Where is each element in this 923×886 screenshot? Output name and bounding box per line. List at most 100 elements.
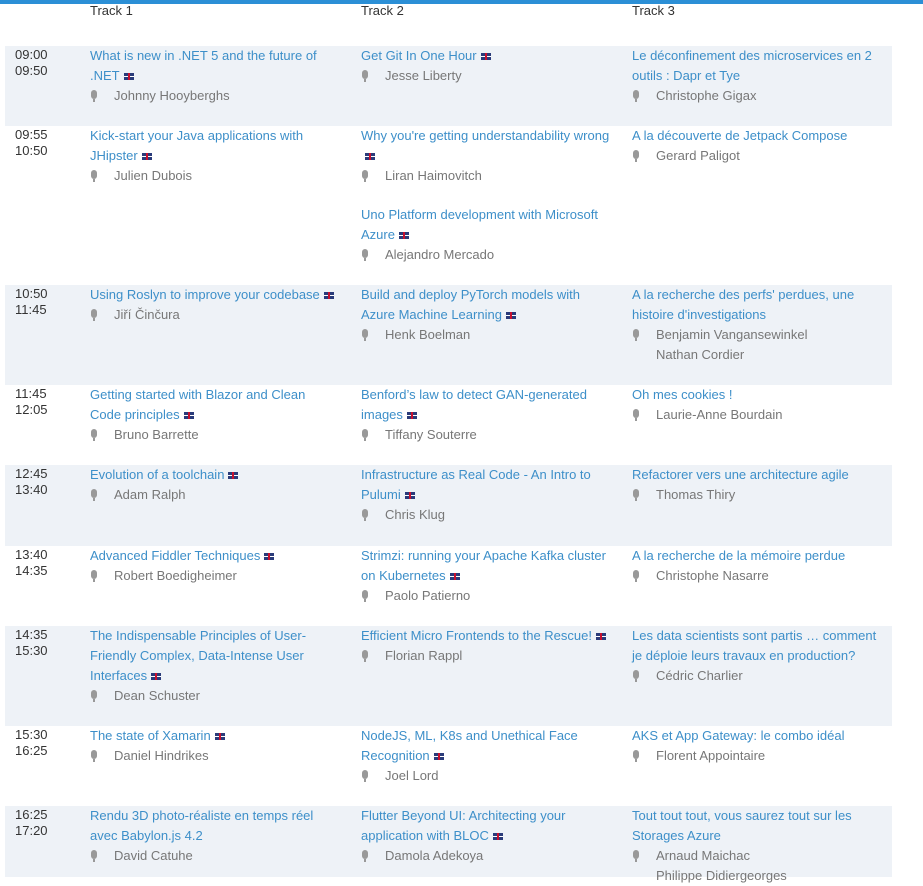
- session-title-link[interactable]: Oh mes cookies !: [632, 385, 887, 405]
- session-title-link[interactable]: Evolution of a toolchain: [90, 465, 340, 485]
- session-title-link[interactable]: Efficient Micro Frontends to the Rescue!: [361, 626, 611, 646]
- session-title-link[interactable]: Uno Platform development with Microsoft …: [361, 205, 611, 245]
- session-title-link[interactable]: Get Git In One Hour: [361, 46, 611, 66]
- speaker: Arnaud Maichac: [632, 846, 887, 866]
- session-title-text: A la recherche de la mémoire perdue: [632, 548, 846, 563]
- session: Getting started with Blazor and Clean Co…: [90, 385, 340, 445]
- time-range: 10:50 11:45: [15, 286, 48, 318]
- session: Le déconfinement des microservices en 2 …: [632, 46, 887, 106]
- speaker-name: Robert Boedigheimer: [114, 568, 237, 583]
- session-title-link[interactable]: What is new in .NET 5 and the future of …: [90, 46, 340, 86]
- speaker-name: Joel Lord: [385, 768, 439, 783]
- microphone-icon: [632, 669, 656, 683]
- speaker-name: Henk Boelman: [385, 327, 471, 342]
- speaker-name: Liran Haimovitch: [385, 168, 482, 183]
- session: Refactorer vers une architecture agile Th…: [632, 465, 887, 505]
- session-title-link[interactable]: Advanced Fiddler Techniques: [90, 546, 340, 566]
- microphone-icon: [632, 89, 656, 103]
- end-time: 14:35: [15, 563, 48, 578]
- session-title-link[interactable]: Kick-start your Java applications with J…: [90, 126, 340, 166]
- microphone-icon: [632, 488, 656, 502]
- track-2-header: Track 2: [361, 3, 404, 18]
- session-title-link[interactable]: Le déconfinement des microservices en 2 …: [632, 46, 887, 86]
- session-title-text: Benford’s law to detect GAN-generated im…: [361, 387, 587, 422]
- speaker: Daniel Hindrikes: [90, 746, 340, 766]
- speaker-name: Christophe Gigax: [656, 88, 757, 103]
- session-title-link[interactable]: A la recherche de la mémoire perdue: [632, 546, 887, 566]
- track-1-cell: Using Roslyn to improve your codebase Jiř…: [90, 285, 340, 325]
- session-title-link[interactable]: Strimzi: running your Apache Kafka clust…: [361, 546, 611, 586]
- session-title-link[interactable]: NodeJS, ML, K8s and Unethical Face Recog…: [361, 726, 611, 766]
- uk-flag-icon: [264, 553, 275, 560]
- session-title-text: AKS et App Gateway: le combo idéal: [632, 728, 845, 743]
- microphone-icon: [361, 428, 385, 442]
- session-title-link[interactable]: The Indispensable Principles of User-Fri…: [90, 626, 340, 686]
- speaker-name: Gerard Paligot: [656, 148, 740, 163]
- microphone-icon: [90, 569, 114, 583]
- start-time: 11:45: [15, 386, 47, 401]
- session: Flutter Beyond UI: Architecting your app…: [361, 806, 611, 866]
- uk-flag-icon: [406, 412, 417, 419]
- session-title-link[interactable]: Using Roslyn to improve your codebase: [90, 285, 340, 305]
- speaker-name: Tiffany Souterre: [385, 427, 477, 442]
- time-slot-row: 12:45 13:40 Evolution of a toolchain Adam R…: [5, 465, 892, 546]
- time-slot-row: 14:35 15:30 The Indispensable Principles o…: [5, 626, 892, 726]
- speaker: Robert Boedigheimer: [90, 566, 340, 586]
- track-2-cell: Build and deploy PyTorch models with Azu…: [361, 285, 611, 345]
- microphone-icon: [90, 749, 114, 763]
- microphone-icon: [90, 488, 114, 502]
- microphone-icon: [361, 328, 385, 342]
- speaker-name: Alejandro Mercado: [385, 247, 495, 262]
- microphone-icon: [361, 649, 385, 663]
- speaker-name: Laurie-Anne Bourdain: [656, 407, 783, 422]
- speaker-name: Benjamin Vangansewinkel: [656, 327, 808, 342]
- session-title-link[interactable]: A la découverte de Jetpack Compose: [632, 126, 887, 146]
- track-3-cell: Tout tout tout, vous saurez tout sur les…: [632, 806, 887, 886]
- session: Evolution of a toolchain Adam Ralph: [90, 465, 340, 505]
- microphone-icon: [90, 308, 114, 322]
- session-title-link[interactable]: Why you're getting understandability wro…: [361, 126, 611, 166]
- uk-flag-icon: [228, 472, 239, 479]
- uk-flag-icon: [151, 673, 162, 680]
- session: The Indispensable Principles of User-Fri…: [90, 626, 340, 706]
- speaker: David Catuhe: [90, 846, 340, 866]
- speaker-name: Adam Ralph: [114, 487, 186, 502]
- session-title-link[interactable]: Rendu 3D photo-réaliste en temps réel av…: [90, 806, 340, 846]
- end-time: 15:30: [15, 643, 48, 658]
- session-title-link[interactable]: A la recherche des perfs' perdues, une h…: [632, 285, 887, 325]
- speaker: Nathan Cordier: [632, 345, 887, 365]
- session-title-link[interactable]: Build and deploy PyTorch models with Azu…: [361, 285, 611, 325]
- speaker: Laurie-Anne Bourdain: [632, 405, 887, 425]
- session-title-link[interactable]: Flutter Beyond UI: Architecting your app…: [361, 806, 611, 846]
- session-title-link[interactable]: The state of Xamarin: [90, 726, 340, 746]
- track-2-cell: Strimzi: running your Apache Kafka clust…: [361, 546, 611, 606]
- time-slot-row: 10:50 11:45 Using Roslyn to improve your c…: [5, 285, 892, 385]
- uk-flag-icon: [404, 492, 415, 499]
- session-title-text: Why you're getting understandability wro…: [361, 128, 610, 143]
- speaker-name: Dean Schuster: [114, 688, 200, 703]
- microphone-icon: [361, 589, 385, 603]
- session-title-link[interactable]: Tout tout tout, vous saurez tout sur les…: [632, 806, 887, 846]
- time-slot-row: 11:45 12:05 Getting started with Blazor an…: [5, 385, 892, 465]
- session-title-link[interactable]: Infrastructure as Real Code - An Intro t…: [361, 465, 611, 505]
- session-title-link[interactable]: Getting started with Blazor and Clean Co…: [90, 385, 340, 425]
- track-2-cell: NodeJS, ML, K8s and Unethical Face Recog…: [361, 726, 611, 786]
- track-1-header: Track 1: [90, 3, 133, 18]
- session: Why you're getting understandability wro…: [361, 126, 611, 186]
- session: A la découverte de Jetpack Compose Gerard…: [632, 126, 887, 166]
- session-title-link[interactable]: Les data scientists sont partis … commen…: [632, 626, 887, 666]
- session-title-link[interactable]: Refactorer vers une architecture agile: [632, 465, 887, 485]
- uk-flag-icon: [183, 412, 194, 419]
- session: AKS et App Gateway: le combo idéal Floren…: [632, 726, 887, 766]
- session-title-link[interactable]: Benford’s law to detect GAN-generated im…: [361, 385, 611, 425]
- time-slot-row: 09:00 09:50 What is new in .NET 5 and the …: [5, 46, 892, 126]
- time-range: 15:30 16:25: [15, 727, 48, 759]
- session-title-text: Kick-start your Java applications with J…: [90, 128, 304, 163]
- time-slot-row: 09:55 10:50 Kick-start your Java applicati…: [5, 126, 892, 285]
- speaker: Christophe Nasarre: [632, 566, 887, 586]
- session-title-text: Build and deploy PyTorch models with Azu…: [361, 287, 580, 322]
- track-1-cell: Rendu 3D photo-réaliste en temps réel av…: [90, 806, 340, 866]
- session-title-link[interactable]: AKS et App Gateway: le combo idéal: [632, 726, 887, 746]
- speaker-name: Bruno Barrette: [114, 427, 199, 442]
- speaker: Adam Ralph: [90, 485, 340, 505]
